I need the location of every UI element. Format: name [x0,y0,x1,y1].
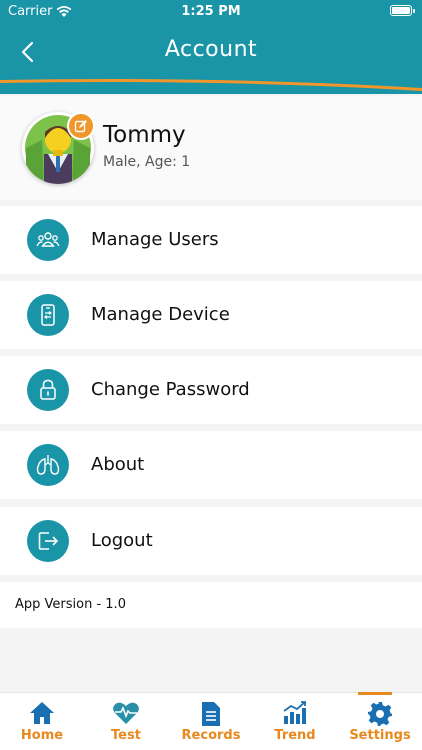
tab-test[interactable]: Test [84,693,168,750]
menu-label-manage-users: Manage Users [91,229,219,250]
tab-home[interactable]: Home [0,693,84,750]
home-icon [0,701,84,725]
menu-label-logout: Logout [91,530,153,551]
profile-gender-age: Male, Age: 1 [103,154,191,170]
tab-label-home: Home [20,728,64,743]
menu-item-about[interactable]: About [0,431,422,499]
active-tab-indicator [358,692,392,695]
gear-icon [338,701,422,726]
menu-label-change-password: Change Password [91,379,250,400]
battery-icon [390,5,415,16]
document-icon [169,701,253,726]
page-title: Account [164,37,258,62]
tab-label-settings: Settings [349,728,411,743]
menu-label-manage-device: Manage Device [91,304,230,325]
tab-settings[interactable]: Settings [338,692,422,750]
edit-profile-button[interactable] [67,112,95,140]
lungs-icon [27,444,69,486]
menu-label-about: About [91,454,145,475]
device-icon [27,294,69,336]
tab-trend[interactable]: Trend [253,693,337,750]
logout-icon [27,520,69,562]
chart-icon [253,701,337,725]
bottom-tab-bar: Home Test Records Trend Settings [0,692,422,750]
app-header: Carrier 1:25 PM Account [0,0,422,94]
tab-records[interactable]: Records [169,693,253,750]
lock-icon [27,369,69,411]
tab-label-trend: Trend [274,728,316,743]
menu-item-logout[interactable]: Logout [0,507,422,575]
tab-label-test: Test [111,728,141,743]
tab-label-records: Records [181,728,241,743]
app-version-text: App Version - 1.0 [15,597,126,612]
menu-item-change-password[interactable]: Change Password [0,356,422,424]
status-time: 1:25 PM [181,4,241,19]
menu-item-manage-device[interactable]: Manage Device [0,281,422,349]
profile-name: Tommy [103,122,186,148]
header-wave [0,76,422,91]
users-icon [27,219,69,261]
menu-item-manage-users[interactable]: Manage Users [0,206,422,274]
heart-pulse-icon [84,701,168,725]
app-version-row: App Version - 1.0 [0,582,422,628]
profile-card: Tommy Male, Age: 1 [0,96,422,200]
status-bar: Carrier 1:25 PM [0,0,422,24]
edit-icon [74,120,87,133]
